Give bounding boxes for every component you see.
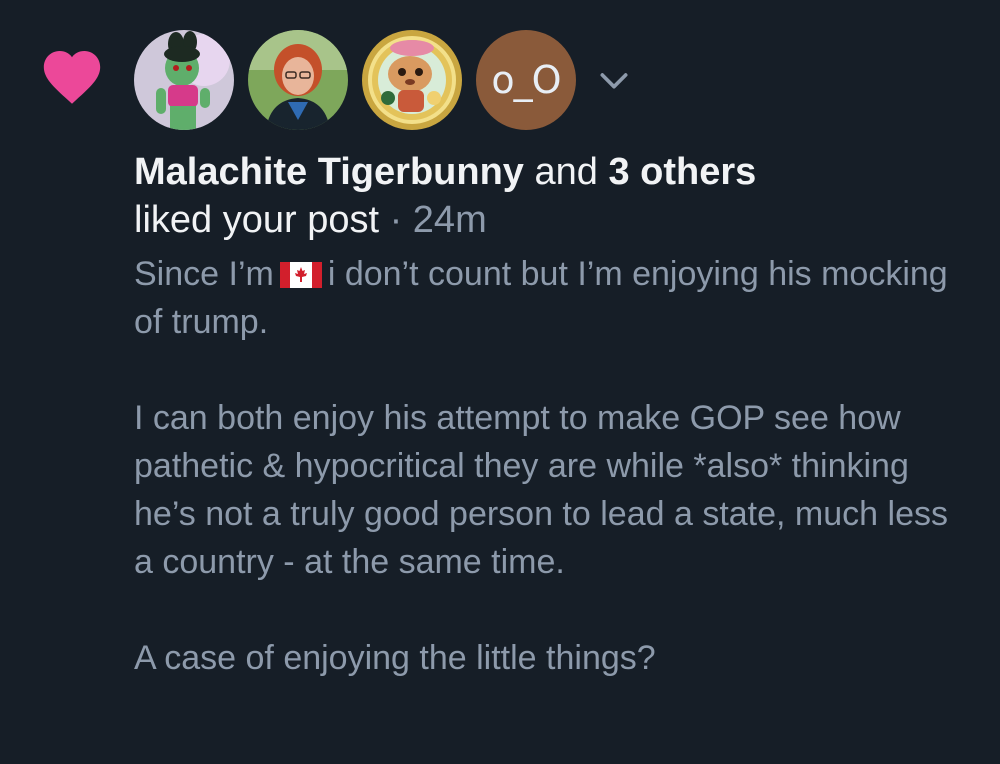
avatar-green-bunny[interactable] [134, 30, 234, 130]
separator-dot: · [389, 199, 403, 241]
avatar-text-label: o_O [491, 58, 561, 102]
post-text-before-flag: Since I’m [134, 255, 274, 293]
action-text: liked your post [134, 199, 380, 241]
heart-icon [43, 51, 101, 104]
canada-flag-icon [279, 262, 322, 288]
post-paragraph-2: I can both enjoy his attempt to make GOP… [134, 399, 948, 581]
avatar-red-hair-person-image [248, 30, 348, 130]
liker-avatars: o_O [134, 30, 634, 130]
actor-name-link[interactable]: Malachite Tigerbunny [134, 151, 524, 193]
others-link[interactable]: 3 others [608, 151, 756, 193]
like-notification[interactable]: o_O Malachite Tigerbunny and 3 others li… [0, 0, 1000, 764]
connector-text: and [534, 151, 598, 193]
avatar-red-hair-person[interactable] [248, 30, 348, 130]
avatar-cartoon-character[interactable] [362, 30, 462, 130]
notification-headline: Malachite Tigerbunny and 3 others liked … [134, 148, 974, 244]
post-paragraph-1: Since I’m i don’t count but I’m enjoying… [134, 250, 974, 346]
avatar-cartoon-character-image [362, 30, 462, 130]
timestamp: 24m [412, 199, 487, 241]
avatar-text[interactable]: o_O [476, 30, 576, 130]
post-preview[interactable]: Since I’m i don’t count but I’m enjoying… [134, 250, 974, 682]
chevron-down-icon[interactable] [594, 60, 634, 100]
post-paragraph-3: A case of enjoying the little things? [134, 639, 656, 677]
avatar-green-bunny-image [134, 30, 234, 130]
